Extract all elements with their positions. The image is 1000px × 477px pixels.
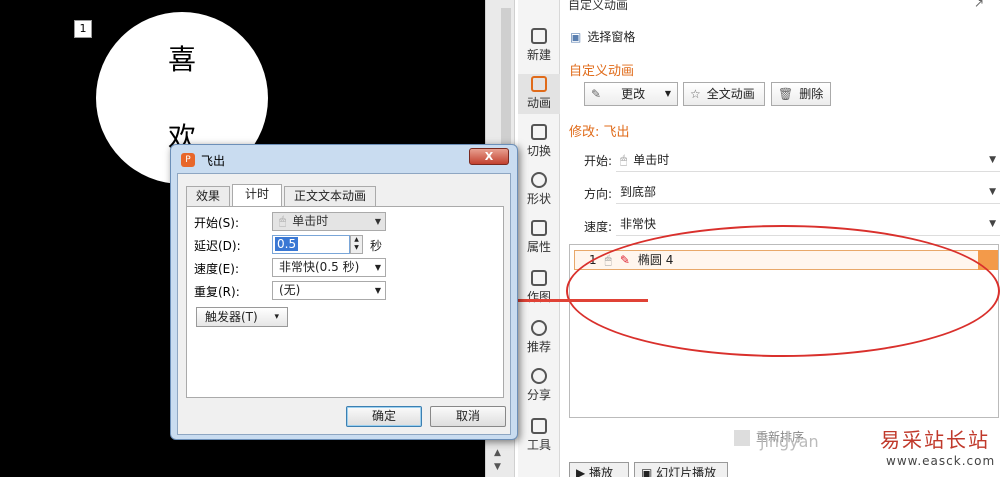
scroll-down-icon[interactable]: ▼ (494, 462, 501, 472)
app-logo-icon: P (181, 153, 195, 167)
speed-label: 速度: (584, 220, 613, 234)
pane-title: 自定义动画 (568, 0, 629, 12)
animation-icon (531, 76, 547, 92)
sparkle-icon: ☆ (690, 87, 701, 101)
tab-text-animation[interactable]: 正文文本动画 (284, 186, 376, 206)
chevron-down-icon: ▼ (989, 187, 996, 197)
slide-text-line1: 喜 (168, 43, 197, 76)
image-icon (531, 270, 547, 286)
select-pane-link[interactable]: ▣ 选择窗格 (570, 28, 635, 45)
slideshow-button[interactable]: ▣ 幻灯片播放 (634, 462, 728, 477)
ok-button[interactable]: 确定 (346, 406, 422, 427)
rail-item-recommend[interactable]: 推荐 (518, 320, 560, 356)
start-label: 开始(S): (194, 216, 240, 230)
delay-input[interactable]: 0.5 (272, 235, 350, 254)
trash-icon: 🗑 (778, 87, 794, 101)
slide-number: 1 (74, 20, 92, 38)
rail-item-new[interactable]: 新建 (518, 28, 560, 64)
mouse-icon: 🖱 (279, 214, 287, 228)
cancel-button[interactable]: 取消 (430, 406, 506, 427)
slideshow-icon: ▣ (641, 466, 657, 477)
transition-icon (531, 124, 547, 140)
modify-title: 修改: 飞出 (569, 125, 630, 140)
change-button[interactable]: ✎ 更改 ▼ (584, 82, 678, 106)
share-icon (531, 368, 547, 384)
pane-collapse-icon[interactable]: ↗ (974, 0, 984, 10)
tab-effect[interactable]: 效果 (186, 186, 230, 206)
shape-icon (531, 172, 547, 188)
chevron-down-icon: ▼ (989, 155, 996, 165)
properties-icon (531, 220, 547, 236)
dialog-titlebar[interactable]: P 飞出 X (171, 145, 517, 173)
chevron-down-icon: ▼ (374, 263, 381, 272)
direction-label: 方向: (584, 187, 613, 201)
rail-item-properties[interactable]: 属性 (518, 220, 560, 256)
play-icon: ▶ (576, 466, 590, 477)
start-combo[interactable]: 🖱 单击时 ▼ (272, 212, 386, 231)
rail-item-animation[interactable]: 动画 (518, 74, 560, 114)
chevron-down-icon: ▼ (374, 286, 381, 295)
dialog-body: 效果 计时 正文文本动画 开始(S): 🖱 单击时 ▼ 延迟(D): 0.5 ▲ ▼ … (177, 173, 511, 435)
repeat-label: 重复(R): (194, 285, 240, 299)
ghost-watermark: jingyan (760, 432, 819, 451)
delete-button[interactable]: 🗑 删除 (771, 82, 831, 106)
direction-select[interactable]: 到底部 ▼ (616, 180, 1000, 204)
full-text-animation-button[interactable]: ☆ 全文动画 (683, 82, 765, 106)
tools-icon (531, 418, 547, 434)
mouse-icon: 🖱 (620, 153, 628, 167)
section-title: 自定义动画 (569, 64, 635, 79)
play-button[interactable]: ▶ 播放 (569, 462, 629, 477)
recommend-icon (531, 320, 547, 336)
chevron-down-icon: ▼ (989, 219, 996, 229)
new-doc-icon (531, 28, 547, 44)
annotation-ellipse (566, 225, 1000, 357)
double-chevron-down-icon: ▾ (274, 312, 279, 322)
delay-label: 延迟(D): (194, 239, 241, 253)
tab-timing[interactable]: 计时 (232, 184, 282, 207)
watermark-title: 易采站长站 (880, 428, 990, 452)
rail-item-tools[interactable]: 工具 (518, 418, 560, 454)
arrow-up-icon (734, 429, 750, 446)
delay-unit: 秒 (370, 239, 383, 253)
dialog-title: 飞出 (201, 154, 226, 168)
rail-item-shape[interactable]: 形状 (518, 172, 560, 208)
delay-spinner[interactable]: ▲ ▼ (350, 235, 363, 254)
rail-item-share[interactable]: 分享 (518, 368, 560, 404)
pencil-icon: ✎ (591, 87, 602, 101)
close-button[interactable]: X (469, 148, 509, 165)
chevron-down-icon: ▼ (374, 217, 381, 226)
select-pane-icon: ▣ (570, 30, 582, 44)
repeat-combo[interactable]: (无) ▼ (272, 281, 386, 300)
start-label: 开始: (584, 154, 613, 168)
chevron-down-icon: ▼ (664, 89, 671, 98)
scroll-up-icon[interactable]: ▲ (494, 448, 501, 458)
speed-combo[interactable]: 非常快(0.5 秒) ▼ (272, 258, 386, 277)
trigger-button[interactable]: 触发器(T) ▾ (196, 307, 288, 327)
rail-item-transition[interactable]: 切换 (518, 124, 560, 160)
start-select[interactable]: 🖱 单击时 ▼ (616, 148, 1000, 172)
speed-label: 速度(E): (194, 262, 239, 276)
watermark-url: www.easck.com (886, 454, 996, 468)
fly-out-dialog: P 飞出 X 效果 计时 正文文本动画 开始(S): 🖱 单击时 ▼ 延迟(D): … (170, 144, 518, 440)
